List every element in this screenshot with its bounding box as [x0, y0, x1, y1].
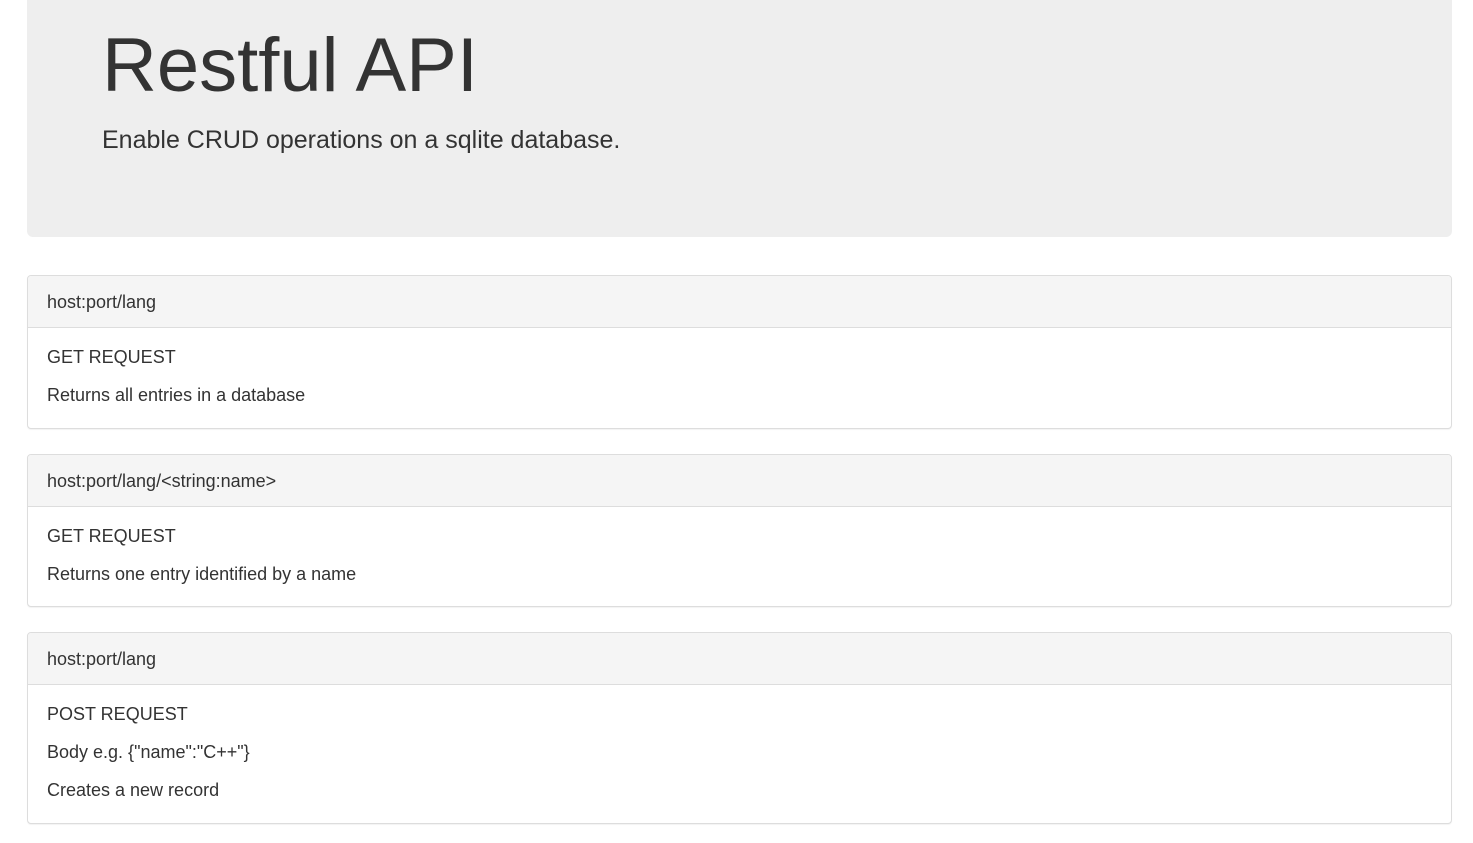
endpoint-body: GET REQUEST Returns all entries in a dat… [28, 328, 1451, 406]
page-lead: Enable CRUD operations on a sqlite datab… [102, 126, 621, 154]
endpoint-description: Creates a new record [47, 780, 220, 800]
endpoint-route: host:port/lang [28, 633, 1451, 685]
endpoint-route: host:port/lang [28, 276, 1451, 328]
endpoint-body-example: Body e.g. {"name":"C++"} [47, 742, 250, 762]
endpoint-body: GET REQUEST Returns one entry identified… [28, 507, 1451, 585]
endpoint-route: host:port/lang/<string:name> [28, 455, 1451, 507]
endpoint-method: GET REQUEST [47, 347, 176, 367]
jumbotron-header: Restful API Enable CRUD operations on a … [27, 0, 1452, 237]
endpoint-panel: host:port/lang/<string:name> GET REQUEST… [27, 454, 1452, 607]
endpoint-panel: host:port/lang GET REQUEST Returns all e… [27, 275, 1452, 429]
endpoint-panel: host:port/lang POST REQUEST Body e.g. {"… [27, 632, 1452, 824]
page-title: Restful API [102, 23, 478, 108]
endpoint-body: POST REQUEST Body e.g. {"name":"C++"} Cr… [28, 685, 1451, 801]
endpoint-description: Returns one entry identified by a name [47, 564, 357, 584]
endpoint-description: Returns all entries in a database [47, 385, 306, 405]
endpoint-method: POST REQUEST [47, 704, 188, 724]
endpoint-method: GET REQUEST [47, 526, 176, 546]
